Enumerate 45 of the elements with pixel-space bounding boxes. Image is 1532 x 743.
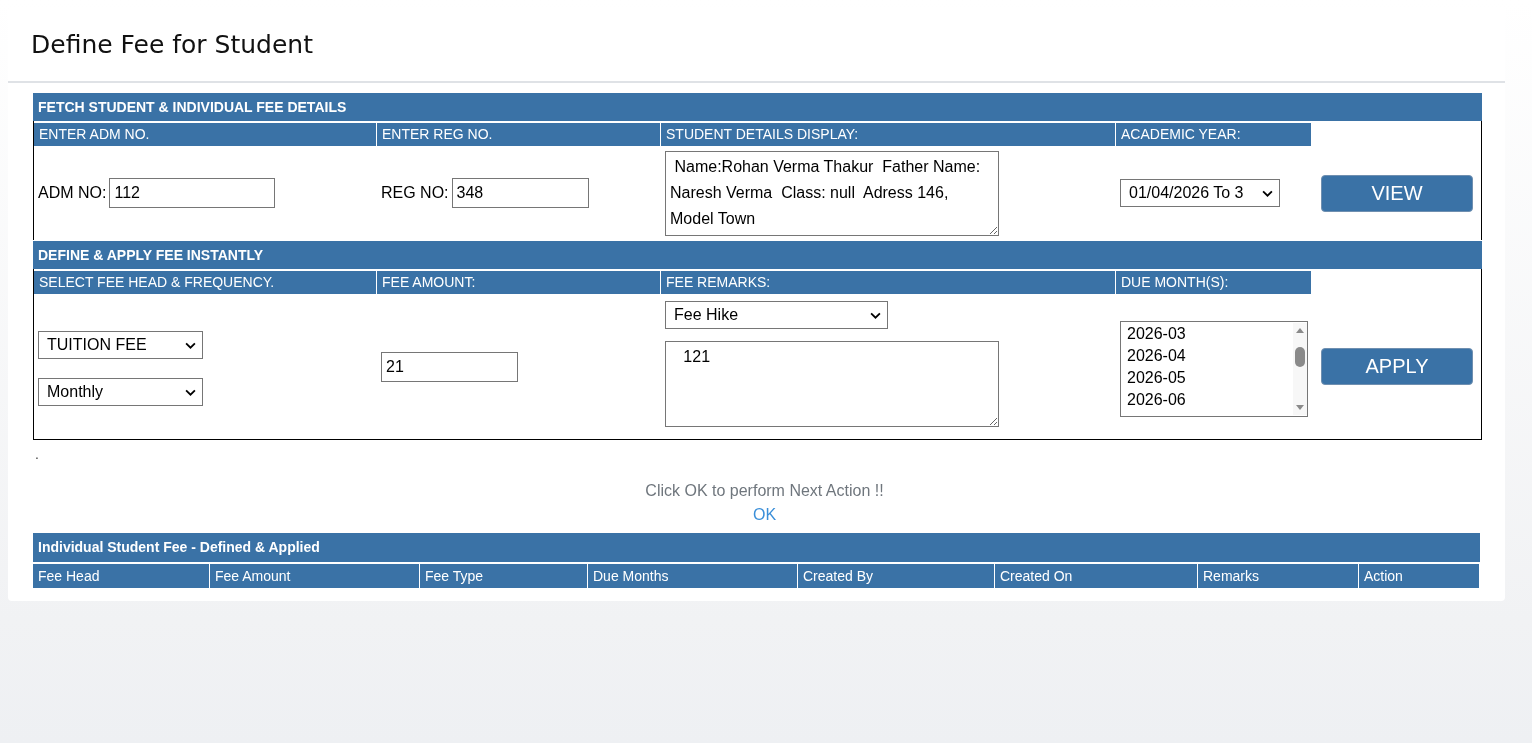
column-header: Fee Head bbox=[33, 564, 210, 588]
year-dropdown[interactable]: 01/04/2026 To 3 bbox=[1120, 179, 1280, 207]
month-option[interactable]: 2026-04 bbox=[1121, 344, 1277, 367]
column-header: Created On bbox=[995, 564, 1198, 588]
chevron-icon bbox=[185, 388, 196, 396]
column-header: Action bbox=[1359, 564, 1480, 588]
table-title: Individual Student Fee - Defined & Applied bbox=[33, 533, 1480, 562]
chevron-icon bbox=[870, 311, 881, 319]
section-header: FETCH STUDENT & INDIVIDUAL FEE DETAILS bbox=[33, 91, 1482, 121]
chevron-icon bbox=[185, 341, 196, 349]
field-label: ADM NO: bbox=[38, 184, 107, 202]
month-option[interactable]: 2026-05 bbox=[1121, 366, 1277, 389]
remark-type-dropdown[interactable]: Fee Hike bbox=[665, 301, 888, 329]
view-button[interactable]: VIEW bbox=[1321, 174, 1473, 212]
input-field[interactable]: 21 bbox=[381, 351, 518, 382]
month-list[interactable]: 2026-03 2026-04 2026-05 2026-06 bbox=[1120, 320, 1308, 417]
column-header: Fee Amount bbox=[210, 564, 420, 588]
field-label: REG NO: bbox=[381, 184, 449, 202]
column-header: Remarks bbox=[1198, 564, 1359, 588]
column-header: STUDENT DETAILS DISPLAY: bbox=[661, 121, 1116, 146]
column-header: SELECT FEE HEAD & FREQUENCY. bbox=[34, 269, 377, 294]
frequency-dropdown[interactable]: Monthly bbox=[38, 378, 203, 406]
column-header: DUE MONTH(S): bbox=[1116, 269, 1312, 294]
section-header: DEFINE & APPLY FEE INSTANTLY bbox=[33, 240, 1482, 269]
month-option[interactable]: 2026-03 bbox=[1121, 322, 1277, 345]
chevron-icon bbox=[1262, 189, 1273, 197]
column-header: Created By bbox=[798, 564, 995, 588]
ok-link[interactable]: OK bbox=[752, 506, 777, 523]
column-header: ENTER REG NO. bbox=[377, 121, 661, 146]
input-field[interactable]: 112 bbox=[109, 178, 276, 208]
apply-button[interactable]: APPLY bbox=[1321, 348, 1473, 385]
fee-head-dropdown[interactable]: TUITION FEE bbox=[38, 331, 203, 359]
column-header: Due Months bbox=[588, 564, 798, 588]
remarks-box[interactable]: 121 bbox=[665, 341, 999, 427]
page-title: Define Fee for Student bbox=[31, 30, 313, 59]
student-details-box[interactable]: Name:Rohan Verma Thakur Father Name: Naresh Verma Class: null Adress 146, Model Town bbox=[665, 150, 999, 236]
column-header: ENTER ADM NO. bbox=[34, 121, 377, 146]
column-header: ACADEMIC YEAR: bbox=[1116, 121, 1312, 146]
message-text: Click OK to perform Next Action !! bbox=[645, 482, 884, 499]
dot-text: . bbox=[35, 446, 40, 462]
column-header: FEE AMOUNT: bbox=[377, 269, 661, 294]
input-field[interactable]: 348 bbox=[451, 178, 589, 208]
column-header: Fee Type bbox=[420, 564, 588, 588]
month-option[interactable]: 2026-06 bbox=[1121, 388, 1277, 411]
column-header: FEE REMARKS: bbox=[661, 269, 1116, 294]
